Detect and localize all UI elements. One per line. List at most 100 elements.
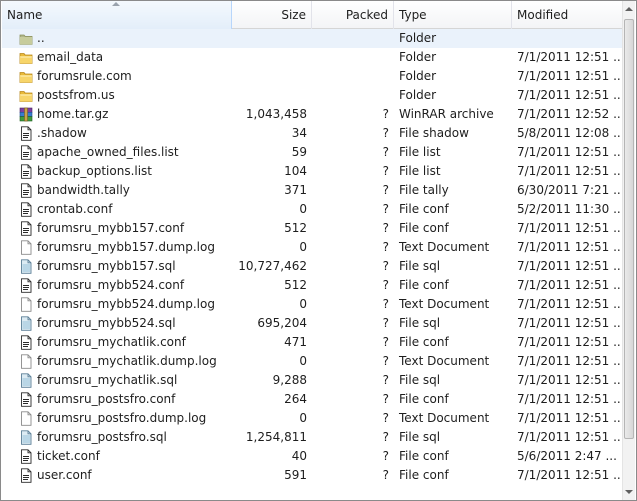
scrollbar-thumb[interactable]: [624, 19, 634, 439]
file-modified: 7/1/2011 12:51 ...: [517, 221, 624, 235]
table-row[interactable]: forumsru_postsfro.sql 1,254,811? File sql 7…: [2, 428, 624, 447]
file-type: File conf: [399, 449, 449, 463]
file-name: forumsru_mychatlik.sql: [37, 373, 178, 387]
column-header-packed[interactable]: Packed: [312, 1, 394, 29]
vertical-scrollbar[interactable]: [622, 1, 635, 500]
sql-file-icon: [19, 430, 33, 445]
file-size: [232, 86, 312, 105]
table-row[interactable]: forumsru_mychatlik.dump.log 0? Text Docume…: [2, 352, 624, 371]
table-row[interactable]: ticket.conf 40? File conf 5/6/2011 2:47 ...: [2, 447, 624, 466]
file-type: File conf: [399, 392, 449, 406]
file-size: 371: [284, 183, 307, 197]
file-modified: 7/1/2011 12:51 ...: [517, 392, 624, 406]
file-name-cell: forumsru_postsfro.conf: [2, 390, 232, 409]
table-row[interactable]: forumsru_mybb524.dump.log 0? Text Document…: [2, 295, 624, 314]
file-type: File list: [399, 145, 441, 159]
file-name: forumsru_mybb524.conf: [37, 278, 185, 292]
file-rows: .. Folder email_data Folder 7/1/2011 12:51 .…: [2, 29, 624, 485]
table-row[interactable]: home.tar.gz 1,043,458? WinRAR archive 7/1/2…: [2, 105, 624, 124]
table-row[interactable]: forumsru_mychatlik.conf 471? File conf 7/1/…: [2, 333, 624, 352]
file-name: forumsru_postsfro.conf: [37, 392, 176, 406]
file-type: File list: [399, 164, 441, 178]
table-row[interactable]: apache_owned_files.list 59? File list 7/1/2…: [2, 143, 624, 162]
file-name: forumsru_mybb524.sql: [37, 316, 176, 330]
file-name-cell: forumsru_mybb524.dump.log: [2, 295, 232, 314]
column-header-type[interactable]: Type: [394, 1, 512, 29]
table-row[interactable]: .. Folder: [2, 29, 624, 48]
table-row[interactable]: user.conf 591? File conf 7/1/2011 12:51 ...: [2, 466, 624, 485]
scroll-up-button[interactable]: [623, 1, 635, 17]
arrow-up-icon: [625, 7, 633, 11]
file-modified: 7/1/2011 12:51 ...: [517, 297, 624, 311]
file-packed-size: ?: [382, 297, 389, 311]
file-type: File conf: [399, 221, 449, 235]
table-row[interactable]: forumsrule.com Folder 7/1/2011 12:51 ...: [2, 67, 624, 86]
file-name-cell: crontab.conf: [2, 200, 232, 219]
file-modified: 7/1/2011 12:51 ...: [517, 164, 624, 178]
table-row[interactable]: forumsru_mybb524.conf 512? File conf 7/1/20…: [2, 276, 624, 295]
table-row[interactable]: email_data Folder 7/1/2011 12:51 ...: [2, 48, 624, 67]
file-name: postsfrom.us: [37, 88, 115, 102]
scroll-down-button[interactable]: [623, 484, 635, 500]
column-header-modified[interactable]: Modified: [512, 1, 624, 29]
file-icon: [19, 449, 33, 464]
file-name-cell: forumsru_mybb157.conf: [2, 219, 232, 238]
file-size: [232, 29, 312, 48]
file-packed-size: ?: [382, 411, 389, 425]
file-type: File sql: [399, 430, 441, 444]
file-icon: [19, 202, 33, 217]
file-name: forumsru_mychatlik.conf: [37, 335, 186, 349]
table-row[interactable]: forumsru_mybb157.dump.log 0? Text Document…: [2, 238, 624, 257]
file-icon: [19, 164, 33, 179]
file-name: backup_options.list: [37, 164, 153, 178]
file-name: forumsru_postsfro.sql: [37, 430, 167, 444]
file-packed-size: ?: [382, 164, 389, 178]
table-row[interactable]: bandwidth.tally 371? File tally 6/30/2011 7…: [2, 181, 624, 200]
table-row[interactable]: forumsru_postsfro.dump.log 0? Text Documen…: [2, 409, 624, 428]
file-modified: [512, 29, 624, 48]
column-header-packed-label: Packed: [345, 8, 388, 22]
file-type: Text Document: [399, 240, 490, 254]
table-row[interactable]: forumsru_mychatlik.sql 9,288? File sql 7/1/…: [2, 371, 624, 390]
file-size: 591: [284, 468, 307, 482]
file-packed-size: ?: [382, 221, 389, 235]
file-modified: 6/30/2011 7:21 ...: [517, 183, 624, 197]
file-size: 0: [299, 411, 307, 425]
file-name-cell: forumsru_postsfro.sql: [2, 428, 232, 447]
folder-up-icon: [19, 31, 33, 46]
column-header-size-label: Size: [281, 8, 306, 22]
file-packed-size: ?: [382, 468, 389, 482]
file-type: File conf: [399, 335, 449, 349]
column-header-name[interactable]: Name: [2, 1, 232, 29]
table-row[interactable]: forumsru_mybb524.sql 695,204? File sql 7/1/…: [2, 314, 624, 333]
table-row[interactable]: .shadow 34? File shadow 5/8/2011 12:08 ...: [2, 124, 624, 143]
file-name: apache_owned_files.list: [37, 145, 179, 159]
file-icon: [19, 335, 33, 350]
file-name: .shadow: [37, 126, 87, 140]
table-row[interactable]: forumsru_mybb157.conf 512? File conf 7/1/20…: [2, 219, 624, 238]
folder-icon: [19, 50, 33, 65]
file-name-cell: forumsru_mybb524.sql: [2, 314, 232, 333]
file-modified: 7/1/2011 12:51 ...: [517, 316, 624, 330]
column-header-name-label: Name: [7, 8, 43, 22]
winrar-archive-icon: [19, 107, 33, 122]
sql-file-icon: [19, 373, 33, 388]
column-header-size[interactable]: Size: [232, 1, 312, 29]
text-document-icon: [19, 411, 33, 426]
file-name: ..: [37, 31, 45, 45]
file-modified: 7/1/2011 12:51 ...: [517, 373, 624, 387]
file-size: 264: [284, 392, 307, 406]
file-size: 9,288: [272, 373, 307, 387]
file-size: 512: [284, 221, 307, 235]
table-row[interactable]: backup_options.list 104? File list 7/1/2011…: [2, 162, 624, 181]
table-row[interactable]: forumsru_postsfro.conf 264? File conf 7/1/2…: [2, 390, 624, 409]
file-type: File conf: [399, 468, 449, 482]
file-name-cell: apache_owned_files.list: [2, 143, 232, 162]
file-modified: 7/1/2011 12:51 ...: [517, 145, 624, 159]
table-row[interactable]: forumsru_mybb157.sql 10,727,462? File sql 7…: [2, 257, 624, 276]
file-modified: 7/1/2011 12:51 ...: [517, 335, 624, 349]
table-row[interactable]: postsfrom.us Folder 7/1/2011 12:51 ...: [2, 86, 624, 105]
table-row[interactable]: crontab.conf 0? File conf 5/2/2011 11:30 ..…: [2, 200, 624, 219]
file-packed-size: ?: [382, 354, 389, 368]
file-name-cell: forumsru_mychatlik.conf: [2, 333, 232, 352]
